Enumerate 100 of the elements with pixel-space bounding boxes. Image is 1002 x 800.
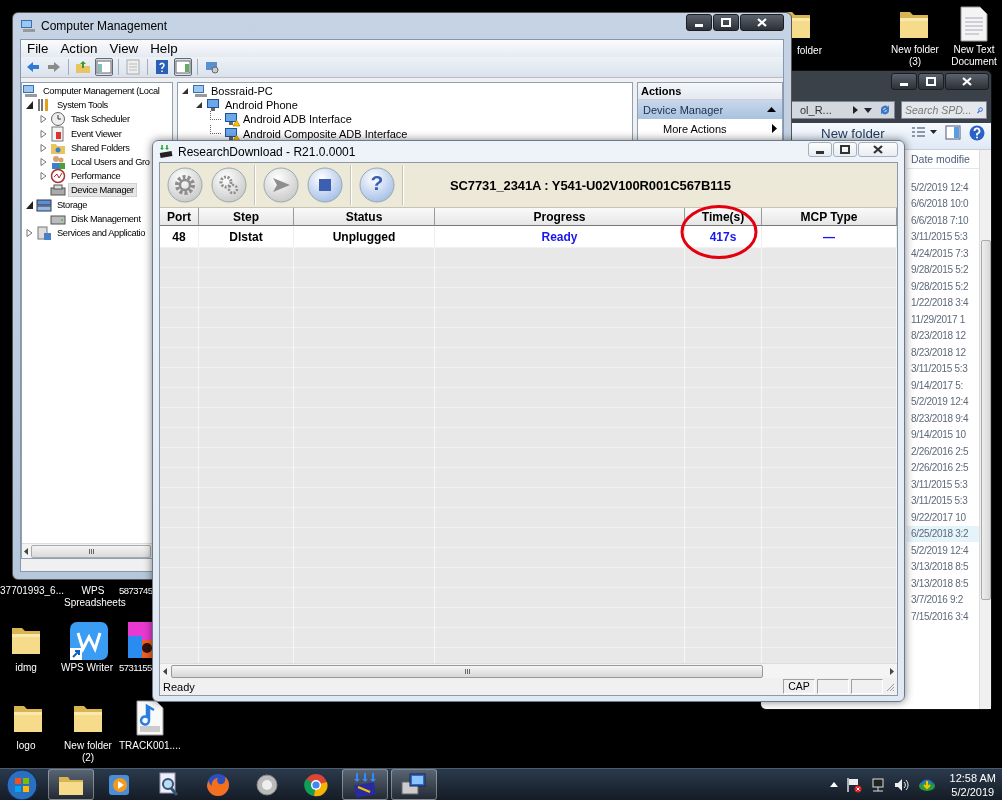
date-cell[interactable]: 3/13/2018 8:5	[907, 558, 979, 575]
scrollbar[interactable]	[22, 543, 153, 558]
tree-item[interactable]: Android ADB Interface	[243, 113, 352, 126]
desktop-icon-label[interactable]: folder	[797, 45, 837, 57]
toolbar-button[interactable]	[74, 58, 92, 76]
date-cell[interactable]: 2/26/2016 2:5	[907, 443, 979, 460]
toolbar-button[interactable]	[153, 58, 171, 76]
menu-item[interactable]: Help	[144, 40, 184, 57]
desktop-icon-label[interactable]: idmg	[0, 662, 52, 674]
desktop-icon-label[interactable]: logo	[0, 740, 52, 752]
expand-arrow-icon[interactable]	[40, 115, 47, 124]
tree-item[interactable]: Bossraid-PC	[211, 85, 273, 98]
column-header[interactable]: MCP Type	[762, 208, 897, 226]
desktop-icon-label[interactable]: New folder (2)	[60, 740, 116, 764]
column-header[interactable]: Port	[160, 208, 199, 226]
tree-item[interactable]: Disk Management	[68, 211, 144, 226]
tree-item[interactable]: Android Composite ADB Interface	[243, 127, 408, 140]
expand-arrow-icon[interactable]	[40, 172, 47, 181]
preview-pane-icon[interactable]	[945, 125, 961, 140]
date-cell[interactable]: 9/14/2015 10	[907, 426, 979, 443]
date-cell[interactable]: 7/15/2016 3:4	[907, 608, 979, 625]
close-button[interactable]	[945, 73, 989, 90]
address-bar[interactable]: ol_R...	[791, 101, 895, 119]
date-cell[interactable]: 3/11/2015 5:3	[907, 360, 979, 377]
clock-time[interactable]: 12:58 AM	[949, 770, 996, 785]
maximize-button[interactable]	[833, 142, 857, 157]
date-cell[interactable]: 6/6/2018 7:10	[907, 212, 979, 229]
tree-item[interactable]: Storage	[54, 197, 91, 212]
minimize-button[interactable]	[686, 14, 712, 31]
menu-item[interactable]: File	[21, 40, 55, 57]
clock-date[interactable]: 5/2/2019	[949, 784, 996, 799]
help-icon[interactable]	[969, 125, 985, 141]
expand-arrow-icon[interactable]	[40, 143, 47, 152]
collapse-arrow-icon[interactable]	[26, 200, 33, 209]
desktop-icon-label[interactable]: 5873745	[119, 585, 152, 597]
maximize-button[interactable]	[918, 73, 944, 90]
date-cell[interactable]: 4/24/2015 7:3	[907, 245, 979, 262]
toolbar-button[interactable]	[95, 58, 113, 76]
desktop-icon-label[interactable]: New Text Document	[946, 44, 1002, 68]
date-cell[interactable]: 5/2/2019 12:4	[907, 179, 979, 196]
collapse-arrow-icon[interactable]	[26, 101, 33, 110]
scrollbar[interactable]	[979, 150, 991, 709]
tree-item[interactable]: Event Viewer	[68, 126, 125, 141]
minimize-button[interactable]	[891, 73, 917, 90]
desktop-icon-label[interactable]: 37701993_6...	[0, 585, 64, 597]
expand-arrow-icon[interactable]	[40, 158, 47, 167]
maximize-button[interactable]	[713, 14, 739, 31]
dropdown-arrow-icon[interactable]	[864, 107, 872, 113]
date-cell[interactable]: 3/11/2015 5:3	[907, 228, 979, 245]
date-cell[interactable]: 3/11/2015 5:3	[907, 492, 979, 509]
taskbar-button[interactable]	[391, 769, 437, 800]
date-cell[interactable]: 9/28/2015 5:2	[907, 261, 979, 278]
action-item[interactable]: More Actions	[638, 119, 782, 138]
toolbar-button[interactable]	[174, 58, 192, 76]
tree-item[interactable]: Task Scheduler	[68, 112, 133, 127]
section-header[interactable]: Device Manager	[638, 100, 782, 119]
search-field[interactable]: Search SPD...	[901, 101, 987, 119]
new-folder-button[interactable]: New folder	[821, 125, 885, 141]
scroll-arrow-icon[interactable]	[163, 667, 167, 675]
date-cell[interactable]: 6/25/2018 3:2	[907, 525, 979, 542]
view-options-icon[interactable]	[911, 125, 937, 139]
tree-item[interactable]: System Tools	[54, 98, 111, 113]
column-header[interactable]: Status	[294, 208, 435, 226]
desktop-icon-label[interactable]: TRACK001....	[119, 740, 183, 752]
date-cell[interactable]: 3/11/2015 5:3	[907, 476, 979, 493]
menu-item[interactable]: View	[103, 40, 145, 57]
tree-item[interactable]: Services and Applicatio	[54, 225, 149, 240]
tree-item[interactable]: Device Manager	[68, 183, 137, 198]
tree-item[interactable]: Computer Management (Local	[40, 84, 163, 99]
tree-item[interactable]: Shared Folders	[68, 140, 133, 155]
date-cell[interactable]: 6/6/2018 10:0	[907, 195, 979, 212]
toolbar-button[interactable]: ?	[358, 166, 396, 204]
refresh-icon[interactable]	[878, 103, 892, 117]
desktop-icon-label[interactable]: WPS Writer	[55, 662, 119, 674]
tree-item[interactable]: Android Phone	[225, 99, 298, 112]
date-cell[interactable]: 8/23/2018 12	[907, 327, 979, 344]
date-cell[interactable]: 1/22/2018 3:4	[907, 294, 979, 311]
column-header[interactable]: Step	[199, 208, 294, 226]
close-button[interactable]	[858, 142, 898, 157]
scrollbar[interactable]	[160, 663, 897, 678]
taskbar-button[interactable]	[48, 769, 94, 800]
date-cell[interactable]: 8/23/2018 9:4	[907, 410, 979, 427]
show-hidden-icons-icon[interactable]	[829, 782, 838, 787]
tree-item[interactable]: Local Users and Gro	[68, 155, 153, 170]
date-cell[interactable]: 2/26/2016 2:5	[907, 459, 979, 476]
expand-arrow-icon[interactable]	[40, 129, 47, 138]
resize-grip-icon[interactable]	[885, 681, 895, 692]
date-cell[interactable]: 5/2/2019 12:4	[907, 393, 979, 410]
date-cell[interactable]: 11/29/2017 1	[907, 311, 979, 328]
tree-item[interactable]: Performance	[68, 169, 124, 184]
date-cell[interactable]: 3/13/2018 8:5	[907, 575, 979, 592]
desktop-icon-label[interactable]: 5731155	[119, 662, 152, 674]
minimize-button[interactable]	[808, 142, 832, 157]
date-cell[interactable]: 9/28/2015 5:2	[907, 278, 979, 295]
toolbar-button[interactable]	[306, 166, 344, 204]
date-cell[interactable]: 8/23/2018 12	[907, 344, 979, 361]
date-cell[interactable]: 9/22/2017 10	[907, 509, 979, 526]
flag-icon[interactable]	[845, 776, 862, 793]
menu-item[interactable]: Action	[54, 40, 104, 57]
scroll-arrow-icon[interactable]	[890, 667, 894, 675]
